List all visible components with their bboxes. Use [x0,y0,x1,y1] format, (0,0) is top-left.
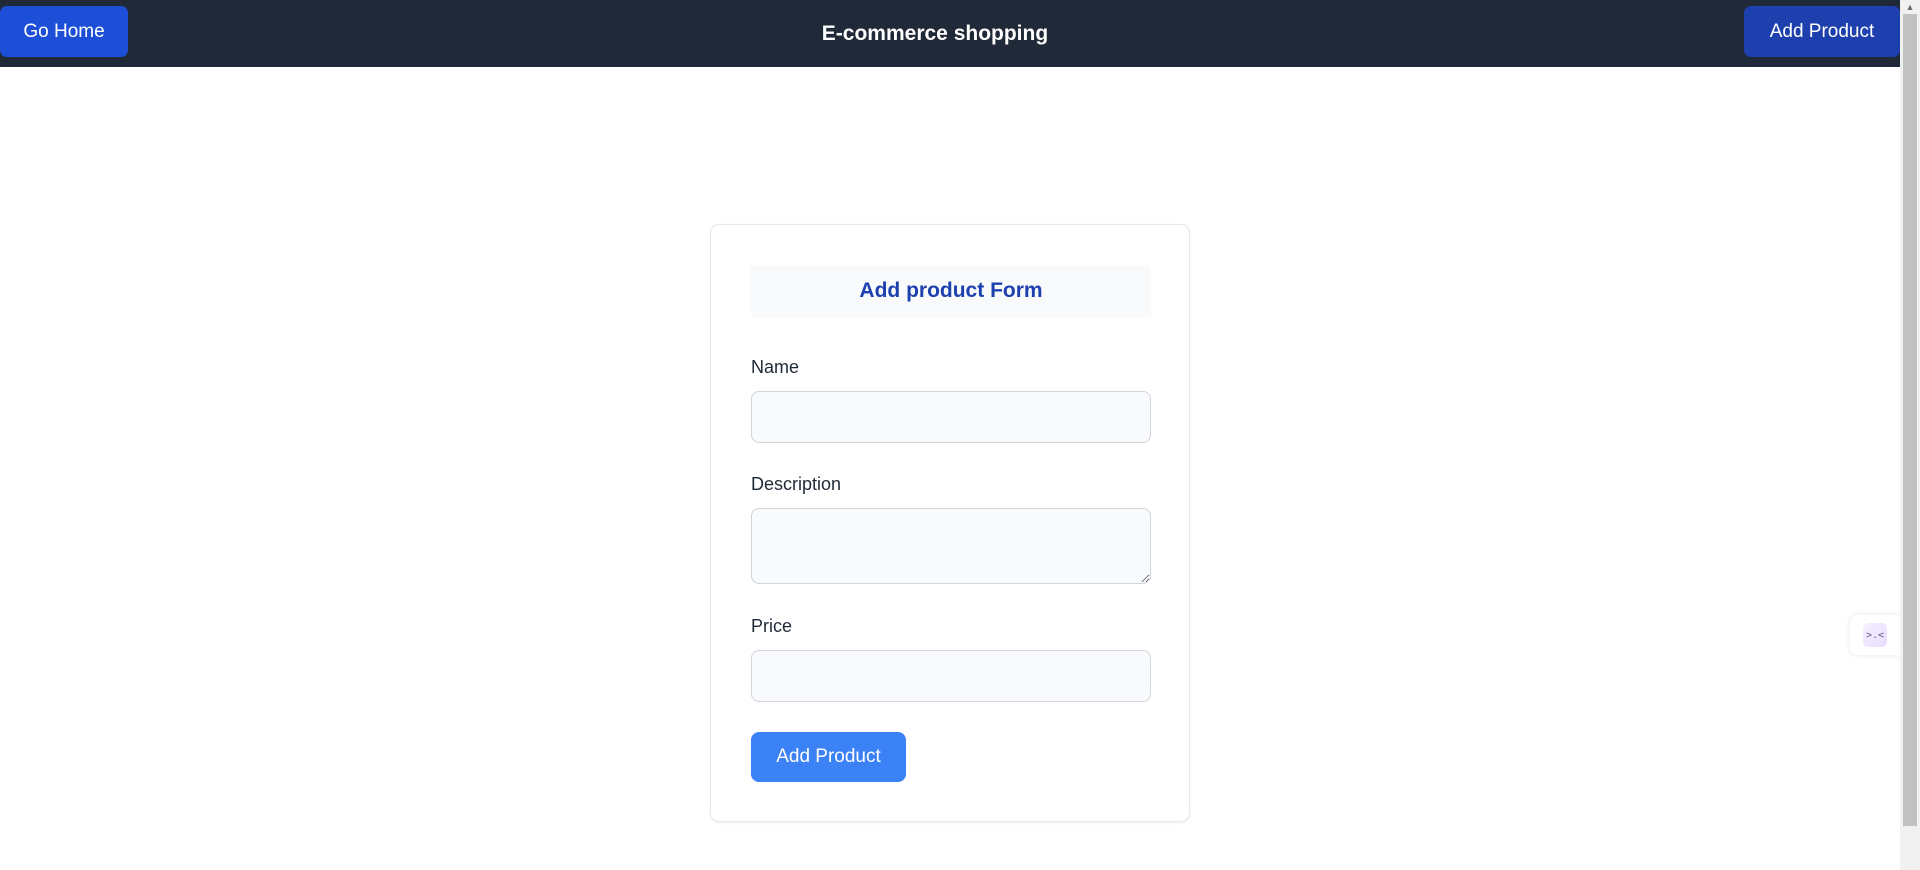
site-title: E-commerce shopping [821,21,1049,45]
name-input[interactable] [751,391,1151,443]
scroll-up-arrow-icon[interactable]: ▲ [1900,0,1920,14]
add-product-form-card: Add product Form Name Description Price … [710,224,1190,822]
nav-add-product-button[interactable]: Add Product [1744,6,1900,57]
add-product-submit-button[interactable]: Add Product [751,732,906,782]
description-textarea[interactable] [751,508,1151,584]
price-label: Price [751,616,793,636]
page: Go Home E-commerce shopping Add Product … [0,0,1900,870]
name-label: Name [751,357,800,377]
floating-assistant-widget[interactable]: >.< [1850,615,1900,655]
form-heading: Add product Form [751,265,1151,317]
vertical-scrollbar[interactable]: ▲ [1900,0,1920,870]
description-label: Description [751,474,842,494]
scrollbar-thumb[interactable] [1903,14,1917,826]
price-input[interactable] [751,650,1151,702]
assistant-face-icon: >.< [1863,623,1887,647]
top-navbar: Go Home E-commerce shopping Add Product [0,0,1900,67]
